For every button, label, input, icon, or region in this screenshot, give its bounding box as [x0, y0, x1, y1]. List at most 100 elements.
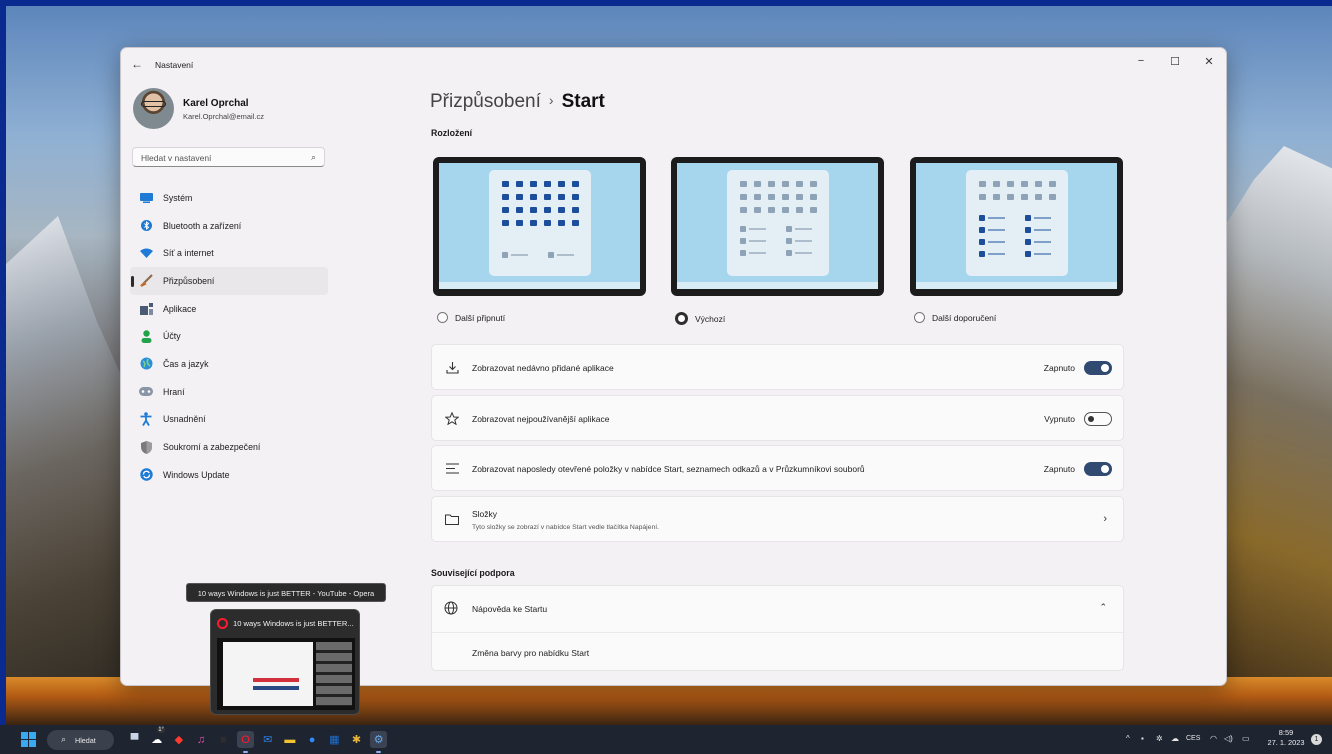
taskbar-redapp-icon[interactable]: ◆ [170, 731, 187, 748]
sidebar-item-windows-update[interactable]: Windows Update [130, 461, 328, 489]
shield-icon [139, 440, 153, 454]
layout-preview-taskbar [677, 282, 878, 289]
sidebar-item-privacy[interactable]: Soukromí a zabezpečení [130, 433, 328, 461]
taskbar-settings-icon[interactable]: ⚙ [370, 731, 388, 753]
sidebar-item-network[interactable]: Síť a internet [130, 239, 328, 267]
sidebar-item-accessibility[interactable]: Usnadnění [130, 406, 328, 434]
weather-badge: 1° [157, 727, 165, 733]
taskbar-task-view-icon[interactable]: ▀ [126, 731, 143, 748]
radio-button[interactable] [914, 312, 925, 323]
sidebar-item-bluetooth[interactable]: Bluetooth a zařízení [130, 212, 328, 240]
sidebar-item-label: Síť a internet [163, 248, 214, 259]
layout-more-pins-card[interactable] [433, 157, 646, 296]
help-title: Nápověda ke Startu [472, 604, 548, 614]
user-email: Karel.Oprchal@email.cz [183, 112, 264, 121]
radio-button-selected[interactable] [675, 312, 688, 325]
window-thumbnail-preview[interactable]: 10 ways Windows is just BETTER... [210, 609, 360, 715]
maximize-button[interactable]: ☐ [1158, 48, 1192, 74]
sidebar-item-label: Čas a jazyk [163, 358, 209, 369]
taskbar-trello-icon[interactable]: ▦ [326, 731, 343, 748]
back-arrow-icon[interactable]: ← [131, 57, 143, 71]
setting-recent-items: Zobrazovat naposledy otevřené položky v … [431, 445, 1124, 491]
settings-search-box[interactable]: ⌕ [132, 147, 325, 167]
taskbar-zoom-icon[interactable]: ● [304, 731, 321, 748]
sidebar-item-system[interactable]: Systém [130, 184, 328, 212]
taskbar-search-label: Hledat [75, 736, 96, 745]
toggle-state-text: Vypnuto [1044, 414, 1075, 424]
clock-time: 8:59 [1278, 728, 1294, 737]
chevron-right-icon[interactable]: › [1103, 513, 1107, 525]
toggle-switch[interactable] [1084, 412, 1112, 426]
setting-label: Zobrazovat nedávno přidané aplikace [472, 363, 614, 373]
sidebar-item-label: Usnadnění [163, 414, 206, 425]
setting-label: Zobrazovat nejpoužívanější aplikace [472, 414, 610, 424]
help-card: Nápověda ke Startu ⌃ Změna barvy pro nab… [431, 585, 1124, 671]
language-indicator[interactable]: CES [1186, 735, 1200, 742]
battery-icon[interactable]: ▭ [1242, 734, 1250, 743]
title-bar[interactable]: ← Nastavení − ☐ ✕ [121, 48, 1226, 82]
sidebar-item-personalization[interactable]: Přizpůsobení [130, 267, 328, 295]
search-input[interactable] [133, 149, 301, 167]
start-button-windows-icon[interactable] [21, 732, 36, 747]
clock-date: 27. 1. 2023 [1267, 738, 1305, 747]
setting-most-used: Zobrazovat nejpoužívanější aplikace Vypn… [431, 395, 1124, 441]
layout-preview-menu [965, 170, 1068, 276]
sidebar-item-label: Aplikace [163, 303, 197, 314]
globe-icon [444, 601, 458, 620]
toggle-switch[interactable] [1084, 361, 1112, 375]
taskbar-search[interactable]: ⌕ Hledat [47, 730, 114, 750]
help-link-change-color[interactable]: Změna barvy pro nabídku Start [472, 648, 589, 658]
user-profile[interactable]: Karel Oprchal Karel.Oprchal@email.cz [133, 88, 333, 132]
divider [432, 632, 1123, 633]
sidebar-item-label: Účty [163, 331, 181, 342]
search-icon[interactable]: ⌕ [311, 152, 316, 163]
close-button[interactable]: ✕ [1192, 48, 1226, 74]
layout-option-default[interactable]: Výchozí [675, 312, 725, 325]
minimize-button[interactable]: − [1124, 48, 1158, 74]
tray-settings-icon[interactable]: ✲ [1156, 734, 1163, 743]
taskbar-explorer-icon[interactable]: ▬ [281, 731, 298, 748]
wifi-icon [139, 246, 153, 260]
layout-more-recommendations-card[interactable] [910, 157, 1123, 296]
help-header[interactable]: Nápověda ke Startu ⌃ [432, 586, 1123, 632]
gamepad-icon [139, 385, 153, 399]
notification-badge[interactable]: 1 [1311, 734, 1322, 745]
sidebar-item-time-language[interactable]: Čas a jazyk [130, 350, 328, 378]
radio-label: Další doporučení [932, 312, 997, 323]
toggle-state-text: Zapnuto [1043, 363, 1075, 373]
layout-preview-taskbar [439, 282, 640, 289]
layout-option-more-pins[interactable]: Další připnutí [437, 312, 505, 323]
tray-app-icon[interactable]: ▪ [1141, 734, 1144, 743]
avatar[interactable] [133, 88, 174, 129]
taskbar-opera-icon[interactable]: O [237, 731, 254, 753]
user-name: Karel Oprchal [183, 98, 249, 109]
volume-icon[interactable]: ◁) [1224, 734, 1233, 743]
sidebar-item-accounts[interactable]: Účty [130, 322, 328, 350]
layout-option-more-recommendations[interactable]: Další doporučení [914, 312, 996, 323]
tray-overflow-chevron[interactable]: ^ [1126, 734, 1130, 743]
radio-button[interactable] [437, 312, 448, 323]
setting-folders[interactable]: Složky Tyto složky se zobrazí v nabídce … [431, 496, 1124, 542]
taskbar-mail-icon[interactable]: ✉ [259, 731, 276, 748]
taskbar-weather-icon[interactable]: ☁ 1° [148, 727, 165, 748]
sidebar-item-apps[interactable]: Aplikace [130, 295, 328, 323]
breadcrumb-separator: › [548, 92, 554, 108]
toggle-switch[interactable] [1084, 462, 1112, 476]
layout-preview-menu [726, 170, 829, 276]
sidebar-item-label: Systém [163, 192, 193, 203]
breadcrumb-parent[interactable]: Přizpůsobení [430, 91, 541, 112]
thumbnail-bar-red [253, 678, 299, 682]
setting-label: Zobrazovat naposledy otevřené položky v … [472, 464, 865, 474]
taskbar-clock[interactable]: 8:59 27. 1. 2023 [1266, 728, 1306, 748]
onedrive-cloud-icon[interactable]: ☁ [1171, 734, 1179, 743]
layout-default-card[interactable] [671, 157, 884, 296]
star-icon [444, 410, 460, 426]
thumbnail-image [217, 638, 355, 710]
taskbar-slack-icon[interactable]: ✱ [348, 731, 365, 748]
chevron-up-icon[interactable]: ⌃ [1099, 602, 1107, 613]
sidebar-item-gaming[interactable]: Hraní [130, 378, 328, 406]
taskbar-itunes-icon[interactable]: ♫ [193, 731, 210, 748]
taskbar-tooltip: 10 ways Windows is just BETTER - YouTube… [186, 583, 386, 602]
taskbar-terminal-icon[interactable]: ■ [215, 731, 232, 748]
wifi-icon[interactable]: ◠ [1210, 734, 1217, 743]
